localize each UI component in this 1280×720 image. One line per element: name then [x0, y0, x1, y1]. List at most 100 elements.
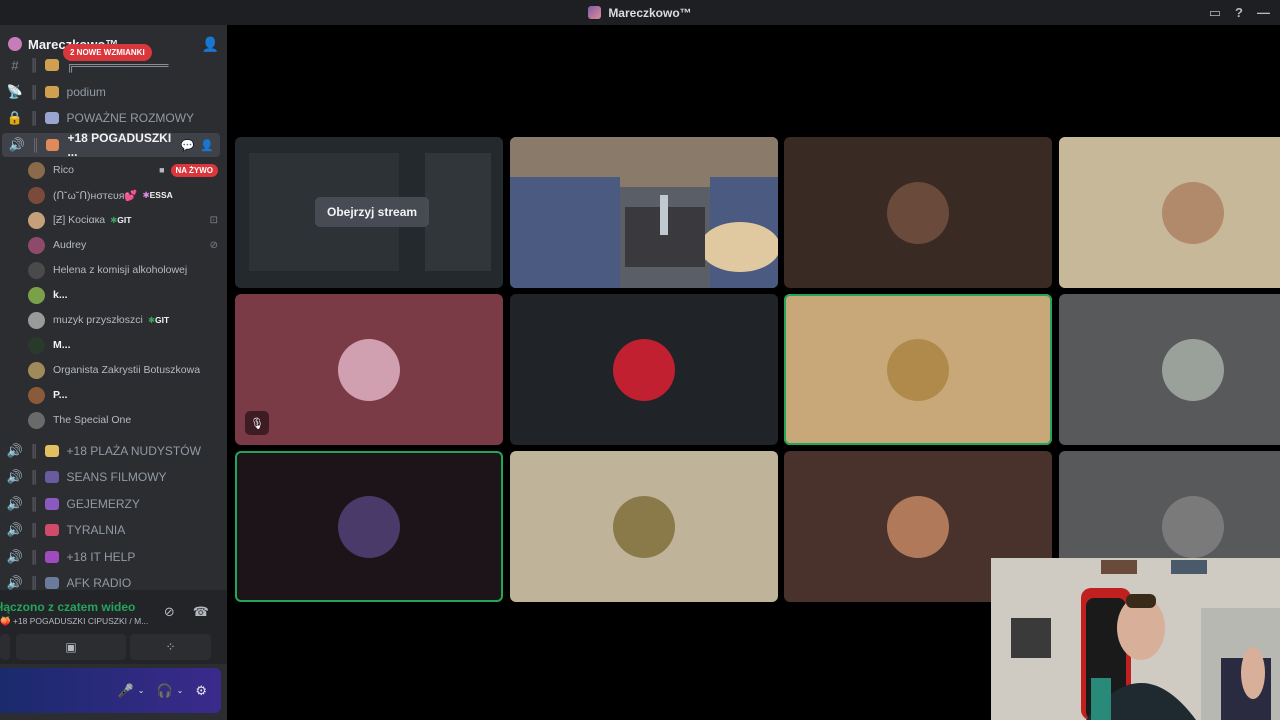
participant-tile[interactable]	[784, 294, 1052, 445]
participant-tile[interactable]: 🎙	[235, 294, 503, 445]
lock-icon: 🔒	[6, 110, 24, 125]
avatar	[28, 286, 45, 304]
participant-tile[interactable]	[510, 294, 778, 445]
mic-muted-icon: 🎙	[245, 411, 269, 435]
channel-emoji-icon	[44, 577, 59, 589]
channel-emoji-icon	[44, 445, 59, 457]
avatar	[28, 411, 45, 429]
window-title: Mareczkowo™	[608, 5, 692, 20]
voice-member[interactable]: Rico ■ NA ŻYWO	[28, 158, 218, 182]
member-name: muzyk przyszłoszci	[53, 314, 143, 326]
participant-avatar	[887, 181, 949, 244]
member-role-badge: ✱ESSA	[142, 189, 173, 200]
channel-emoji-icon	[44, 86, 59, 98]
watch-stream-button[interactable]: Obejrzyj stream	[315, 197, 430, 227]
camera-feed	[510, 137, 778, 288]
title-bar: Mareczkowo™ ▭ ? —	[0, 0, 1280, 25]
avatar	[28, 236, 45, 254]
server-icon	[588, 6, 602, 19]
help-icon[interactable]: ?	[1235, 5, 1243, 20]
voice-member[interactable]: P...	[28, 383, 218, 407]
voice-member[interactable]: (ᑎ˘ω˘ᑎ)нσтєυя💕 ✱ESSA	[28, 183, 218, 207]
member-name: Helena z komisji alkoholowej	[53, 264, 188, 276]
member-role-badge: ✱GIT	[110, 214, 132, 225]
voice-member[interactable]: Organista Zakrystii Botuszkowa	[28, 358, 218, 382]
user-panel: 🎤 ⌄ 🎧 ⌄ ⚙	[0, 668, 221, 713]
voice-member[interactable]: muzyk przyszłoszci ✱GIT	[28, 308, 218, 332]
participant-avatar	[1162, 338, 1224, 401]
camera-button[interactable]	[0, 634, 10, 660]
stage-icon: 📡	[6, 84, 24, 99]
voice-member[interactable]: M...	[28, 333, 218, 357]
invite-user-icon[interactable]: 👤	[202, 36, 219, 53]
add-member-icon[interactable]: 👤	[200, 139, 214, 152]
participant-avatar	[887, 495, 949, 558]
streamer-webcam-overlay	[991, 558, 1280, 720]
member-role-badge: ✱GIT	[147, 314, 170, 325]
channel-item[interactable]: 📡 ║ podium	[0, 80, 227, 104]
participant-tile[interactable]	[784, 137, 1052, 288]
channel-label: +18 POGADUSZKI ...	[67, 131, 172, 159]
voice-connection-panel: łączono z czatem wideo 🍑 +18 POGADUSZKI …	[0, 590, 227, 664]
active-voice-channel[interactable]: 🔊 ║ +18 POGADUSZKI ... 💬 👤	[2, 131, 220, 159]
channel-emoji-icon	[44, 498, 59, 510]
speaker-icon: 🔊	[8, 137, 25, 152]
member-name: [Ƶ] Kociαкa	[53, 214, 106, 226]
channel-label: GEJEMERZY	[66, 497, 140, 511]
participant-tile[interactable]: Obejrzyj stream	[235, 137, 503, 288]
member-name: Audrey	[53, 239, 87, 251]
channel-item[interactable]: 🔊 ║ +18 IT HELP	[0, 545, 227, 569]
member-name: The Special One	[53, 414, 132, 426]
settings-gear-icon[interactable]: ⚙	[195, 683, 207, 699]
speaker-icon: 🔊	[6, 496, 24, 511]
headphones-icon[interactable]: 🎧	[156, 683, 172, 699]
voice-member[interactable]: Audrey ⊘	[28, 233, 218, 257]
channel-item[interactable]: 🔊 ║ +18 PLAŻA NUDYSTÓW	[0, 439, 227, 463]
voice-member[interactable]: k...	[28, 283, 218, 307]
mic-chevron-icon[interactable]: ⌄	[138, 686, 145, 695]
channel-item[interactable]: 🔊 ║ GEJEMERZY	[0, 492, 227, 516]
noise-suppression-icon[interactable]: ⊘	[164, 604, 175, 620]
member-name: Rico	[53, 164, 75, 176]
headphones-chevron-icon[interactable]: ⌄	[177, 686, 184, 695]
avatar	[28, 261, 45, 279]
voice-channel-name[interactable]: 🍑 +18 POGADUSZKI CIPUSZKI / M...	[0, 616, 148, 627]
participant-avatar	[1162, 181, 1224, 244]
participant-tile[interactable]	[510, 137, 778, 288]
channel-item[interactable]: 🔒 ║ POWAŻNE ROZMOWY	[0, 106, 227, 130]
participant-tile[interactable]	[1059, 294, 1280, 445]
voice-status-text: łączono z czatem wideo	[0, 600, 136, 614]
voice-controls: ⊘ ☎	[164, 604, 209, 620]
channel-label: +18 IT HELP	[66, 550, 136, 564]
member-name: Organista Zakrystii Botuszkowa	[53, 364, 201, 376]
channel-item[interactable]: 🔊 ║ SEANS FILMOWY	[0, 465, 227, 489]
participant-tile[interactable]	[510, 451, 778, 602]
minimize-icon[interactable]: —	[1257, 5, 1270, 20]
participant-avatar	[887, 338, 949, 401]
participant-tile[interactable]	[235, 451, 503, 602]
channel-emoji-icon	[44, 59, 59, 71]
avatar	[28, 311, 45, 329]
channel-item[interactable]: 🔊 ║ TYRALNIA	[0, 518, 227, 542]
voice-member[interactable]: Helena z komisji alkoholowej	[28, 258, 218, 282]
microphone-icon[interactable]: 🎤	[118, 683, 134, 699]
participant-avatar	[338, 495, 400, 558]
voice-member[interactable]: The Special One	[28, 408, 218, 432]
channel-label: podium	[66, 85, 106, 99]
chat-bubble-icon[interactable]: 💬	[181, 139, 195, 152]
disconnect-icon[interactable]: ☎	[193, 604, 209, 620]
member-name: k...	[53, 289, 68, 301]
server-avatar-icon	[8, 37, 22, 51]
hash-icon: #	[11, 57, 19, 73]
channel-label: SEANS FILMOWY	[66, 470, 167, 484]
screen-share-button[interactable]: ▣	[16, 634, 126, 660]
activities-button[interactable]: ⁘	[130, 634, 211, 660]
inbox-icon[interactable]: ▭	[1209, 5, 1221, 21]
new-mentions-pill[interactable]: 2 NOWE WZMIANKI	[63, 44, 152, 61]
streaming-icon: ⊡	[209, 214, 218, 226]
member-name: M...	[53, 339, 71, 351]
avatar	[28, 336, 45, 354]
voice-member[interactable]: [Ƶ] Kociαкa ✱GIT ⊡	[28, 208, 218, 232]
participant-tile[interactable]	[1059, 137, 1280, 288]
speaker-icon: 🔊	[6, 469, 24, 484]
